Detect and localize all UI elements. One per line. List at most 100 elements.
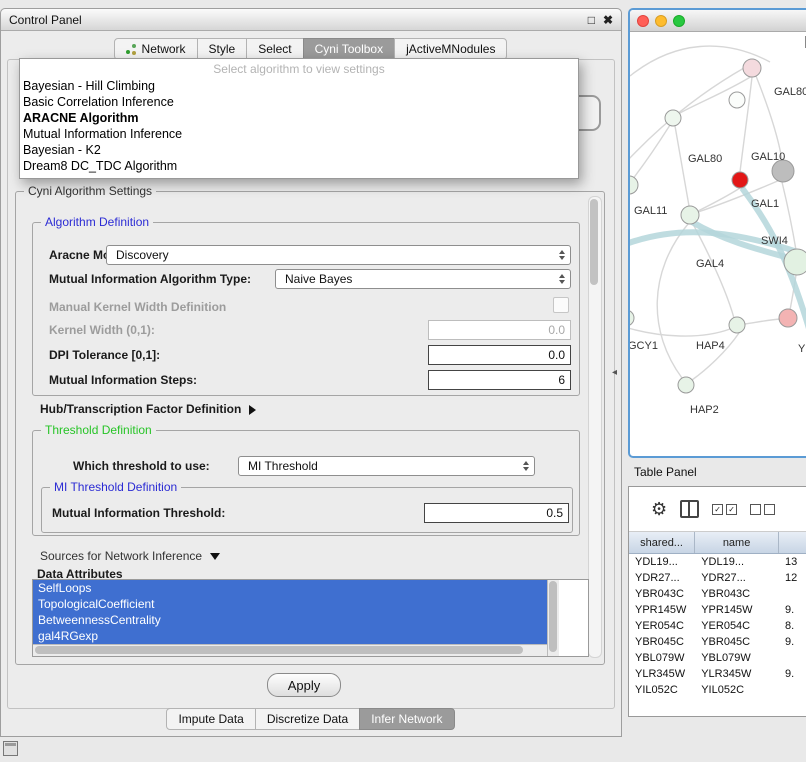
mi-type-label: Mutual Information Algorithm Type: xyxy=(49,272,251,286)
node-label: HAP4 xyxy=(696,340,725,352)
column-header[interactable]: name xyxy=(695,532,779,553)
table-row[interactable]: YDL19...YDL19...13 xyxy=(629,554,806,570)
node-label: Y xyxy=(798,343,806,355)
table-row[interactable]: YER054CYER054C8. xyxy=(629,618,806,634)
algorithm-option[interactable]: Mutual Information Inference xyxy=(20,126,578,142)
network-node[interactable] xyxy=(678,377,694,393)
tab-network[interactable]: Network xyxy=(114,38,198,60)
sources-section-toggle[interactable]: Sources for Network Inference xyxy=(40,549,220,563)
network-window-titlebar[interactable] xyxy=(630,10,806,32)
algorithm-option[interactable]: ARACNE Algorithm xyxy=(20,110,578,126)
minimize-icon[interactable]: □ xyxy=(588,13,595,27)
algorithm-option[interactable]: Basic Correlation Inference xyxy=(20,94,578,110)
algorithm-dropdown-prompt: Select algorithm to view settings xyxy=(20,62,578,78)
panel-collapse-icon[interactable]: ◂ xyxy=(612,367,617,378)
table-body: YDL19...YDL19...13YDR27...YDR27...12YBR0… xyxy=(629,554,806,698)
hub-section-toggle[interactable]: Hub/Transcription Factor Definition xyxy=(40,402,256,416)
gear-icon[interactable]: ⚙ xyxy=(651,500,667,518)
table-row[interactable]: YIL052CYIL052C xyxy=(629,682,806,698)
minimized-window-icon[interactable] xyxy=(3,741,18,756)
minimize-traffic-light-icon[interactable] xyxy=(655,15,667,27)
network-edge xyxy=(630,68,744,160)
network-node[interactable] xyxy=(779,309,797,327)
bottom-tab-bar: Impute DataDiscretize DataInfer Network xyxy=(1,708,621,730)
deselect-columns-icon[interactable] xyxy=(750,504,775,515)
manual-kernel-checkbox[interactable] xyxy=(553,297,569,313)
which-threshold-select[interactable]: MI Threshold xyxy=(238,456,535,476)
list-vertical-scrollbar[interactable] xyxy=(547,580,559,656)
algorithm-dropdown: Select algorithm to view settings Bayesi… xyxy=(19,58,579,179)
network-node[interactable] xyxy=(665,110,681,126)
tab-discretize-data[interactable]: Discretize Data xyxy=(255,708,360,730)
network-edge xyxy=(632,125,670,180)
zoom-traffic-light-icon[interactable] xyxy=(673,15,685,27)
tab-jactivemnodules[interactable]: jActiveMNodules xyxy=(394,38,507,60)
attribute-item[interactable]: gal4RGexp xyxy=(33,628,548,644)
table-row[interactable]: YBL079WYBL079W xyxy=(629,650,806,666)
aracne-mode-select[interactable]: Discovery xyxy=(106,245,571,265)
attribute-item[interactable]: TopologicalCoefficient xyxy=(33,596,548,612)
algorithm-option[interactable]: Bayesian - K2 xyxy=(20,142,578,158)
table-panel-window: ⚙ ✓✓ shared...name YDL19...YDL19...13YDR… xyxy=(628,486,806,717)
stepper-arrows-icon xyxy=(523,461,529,471)
which-threshold-label: Which threshold to use: xyxy=(73,459,210,473)
network-node[interactable] xyxy=(732,172,748,188)
network-node[interactable] xyxy=(729,92,745,108)
node-label: HAP2 xyxy=(690,404,719,416)
group-title: Cyni Algorithm Settings xyxy=(24,184,156,198)
network-node[interactable] xyxy=(630,310,634,326)
group-title: Algorithm Definition xyxy=(41,215,153,229)
column-header[interactable]: shared... xyxy=(629,532,695,553)
stepper-arrows-icon xyxy=(559,250,565,260)
tab-impute-data[interactable]: Impute Data xyxy=(166,708,255,730)
column-header[interactable] xyxy=(779,532,806,553)
table-row[interactable]: YLR345WYLR345W9. xyxy=(629,666,806,682)
table-row[interactable]: YDR27...YDR27...12 xyxy=(629,570,806,586)
node-label: GAL80 xyxy=(688,153,722,165)
table-row[interactable]: YBR045CYBR045C9. xyxy=(629,634,806,650)
apply-button[interactable]: Apply xyxy=(267,673,341,697)
table-header: shared...name xyxy=(629,532,806,554)
network-node[interactable] xyxy=(743,59,761,77)
table-row[interactable]: YBR043CYBR043C xyxy=(629,586,806,602)
network-node[interactable] xyxy=(729,317,745,333)
attr-rows: SelfLoopsTopologicalCoefficientBetweenne… xyxy=(33,580,588,644)
tab-select[interactable]: Select xyxy=(246,38,303,60)
network-node[interactable] xyxy=(784,249,806,275)
kernel-width-field[interactable]: 0.0 xyxy=(428,320,571,340)
tab-infer-network[interactable]: Infer Network xyxy=(359,708,454,730)
tab-cyni-toolbox[interactable]: Cyni Toolbox xyxy=(303,38,395,60)
algorithm-option[interactable]: Dream8 DC_TDC Algorithm xyxy=(20,158,578,174)
control-panel-titlebar[interactable]: Control Panel □ ✖ xyxy=(1,9,621,31)
network-edge xyxy=(675,126,689,206)
list-horizontal-scrollbar[interactable] xyxy=(33,644,547,656)
stepper-arrows-icon xyxy=(559,274,565,284)
node-label: GAL80 xyxy=(774,86,806,98)
network-node[interactable] xyxy=(630,176,638,194)
attribute-item[interactable]: BetweennessCentrality xyxy=(33,612,548,628)
close-icon[interactable]: ✖ xyxy=(603,13,613,27)
mi-threshold-field[interactable]: 0.5 xyxy=(424,503,569,523)
attribute-item[interactable]: SelfLoops xyxy=(33,580,548,596)
algorithm-option[interactable]: Bayesian - Hill Climbing xyxy=(20,78,578,94)
close-traffic-light-icon[interactable] xyxy=(637,15,649,27)
dpi-tolerance-field[interactable]: 0.0 xyxy=(428,345,571,365)
table-row[interactable]: YPR145WYPR145W9. xyxy=(629,602,806,618)
mi-steps-label: Mutual Information Steps: xyxy=(49,373,197,387)
network-edge xyxy=(745,319,780,324)
select-all-columns-icon[interactable]: ✓✓ xyxy=(712,504,737,515)
network-node[interactable] xyxy=(772,160,794,182)
columns-icon[interactable] xyxy=(680,500,699,518)
node-label: GCY1 xyxy=(630,340,658,352)
data-attributes-list[interactable]: SelfLoopsTopologicalCoefficientBetweenne… xyxy=(32,579,589,657)
mi-steps-field[interactable]: 6 xyxy=(428,370,571,390)
network-canvas[interactable]: GAL80GAL80GAL10GAL11GAL1SWI4GAL4GCY1HAP4… xyxy=(630,32,806,453)
tab-style[interactable]: Style xyxy=(197,38,248,60)
tab-bar: NetworkStyleSelectCyni ToolboxjActiveMNo… xyxy=(1,38,621,60)
settings-scrollbar[interactable] xyxy=(588,196,602,658)
threshold-definition-group: Threshold Definition Which threshold to … xyxy=(32,430,580,536)
mi-threshold-label: Mutual Information Threshold: xyxy=(52,506,225,520)
node-label: SWI4 xyxy=(761,235,788,247)
mi-type-select[interactable]: Naive Bayes xyxy=(275,269,571,289)
network-node[interactable] xyxy=(681,206,699,224)
